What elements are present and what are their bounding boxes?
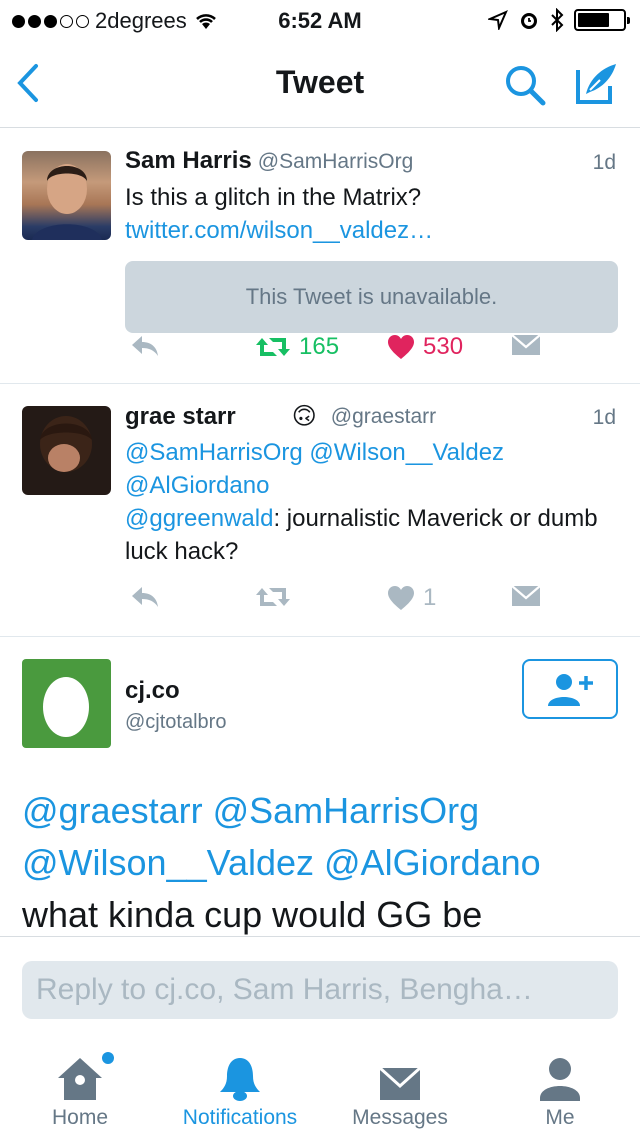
tab-label: Messages: [352, 1106, 448, 1129]
tweet-grae-starr[interactable]: grae starr 🙃 @graestarr 1d @SamHarrisOrg…: [0, 384, 640, 637]
retweet-icon: [256, 338, 290, 356]
author-handle[interactable]: @cjtotalbro: [125, 711, 226, 734]
tweet-actions: 1: [125, 584, 545, 618]
retweet-count: 165: [299, 333, 340, 360]
author-handle[interactable]: @graestarr: [331, 405, 436, 429]
tweet-text: Is this a glitch in the Matrix? twitter.…: [125, 181, 615, 247]
author-name[interactable]: Sam Harris: [125, 147, 252, 174]
like-button[interactable]: 1: [387, 584, 436, 612]
retweet-icon: [256, 588, 290, 606]
heart-icon: [388, 586, 414, 610]
mention-ggreenwald[interactable]: @ggreenwald: [125, 505, 273, 532]
tweet-text-line: Is this a glitch in the Matrix?: [125, 184, 422, 211]
tab-notifications[interactable]: Notifications: [160, 1054, 320, 1130]
mention-line[interactable]: @graestarr @SamHarrisOrg: [22, 785, 622, 837]
reply-icon: [132, 587, 158, 607]
battery-icon: [574, 9, 630, 31]
reply-button[interactable]: [129, 584, 161, 610]
new-content-dot: [102, 1052, 114, 1064]
tweet-actions: 165 530: [125, 333, 545, 367]
tab-label: Home: [51, 1106, 109, 1129]
focused-tweet: cj.co @cjtotalbro @graestarr @SamHarrisO…: [0, 637, 640, 936]
tweet-link[interactable]: twitter.com/wilson__valdez…: [125, 214, 615, 247]
location-icon: [488, 10, 508, 30]
like-button[interactable]: 530: [387, 333, 463, 361]
add-user-icon: [548, 674, 593, 706]
tweet-text-body: what kinda cup would GG be: [22, 894, 483, 935]
envelope-icon: [511, 585, 541, 606]
retweet-button[interactable]: [255, 584, 291, 610]
tweet-text: @SamHarrisOrg @Wilson__Valdez @AlGiordan…: [125, 436, 615, 568]
reply-input[interactable]: Reply to cj.co, Sam Harris, Bengha…: [22, 961, 618, 1019]
tab-me[interactable]: Me: [480, 1054, 640, 1130]
reply-button[interactable]: [129, 333, 161, 359]
tweet-time: 1d: [592, 151, 616, 174]
direct-message-button[interactable]: [511, 333, 541, 357]
search-icon[interactable]: [502, 62, 548, 108]
upside-down-face-icon: 🙃: [291, 403, 317, 430]
mention-line[interactable]: @Wilson__Valdez @AlGiordano: [22, 837, 622, 889]
tab-messages[interactable]: Messages: [320, 1054, 480, 1130]
like-count: 530: [423, 333, 464, 360]
like-count: 1: [423, 584, 437, 611]
home-icon: [58, 1058, 102, 1100]
alarm-icon: [521, 13, 537, 29]
default-egg-avatar[interactable]: [22, 659, 111, 748]
unavailable-quote-card: This Tweet is unavailable.: [125, 261, 618, 333]
compose-tweet-icon[interactable]: [574, 60, 620, 106]
tab-label: Me: [545, 1106, 575, 1129]
mention-line[interactable]: @AlGiordano: [125, 469, 615, 502]
author-name[interactable]: grae starr: [125, 403, 236, 431]
reply-icon: [132, 336, 158, 356]
reply-bar: Reply to cj.co, Sam Harris, Bengha…: [0, 936, 640, 1044]
status-bar: 2degrees 6:52 AM: [0, 0, 640, 40]
envelope-icon: [511, 334, 541, 355]
tab-label: Notifications: [182, 1106, 298, 1129]
avatar[interactable]: [22, 151, 111, 240]
tab-bar: Home Notifications Messages Me: [0, 1044, 640, 1136]
bell-icon: [220, 1058, 260, 1101]
bluetooth-icon: [551, 8, 564, 32]
nav-bar: Tweet: [0, 40, 640, 128]
tab-home[interactable]: Home: [0, 1052, 160, 1130]
author-name[interactable]: cj.co: [125, 677, 226, 705]
tweet-sam-harris[interactable]: Sam Harris @SamHarrisOrg 1d Is this a gli…: [0, 129, 640, 384]
author-handle[interactable]: @SamHarrisOrg: [258, 150, 414, 173]
retweet-button[interactable]: 165: [255, 333, 339, 361]
profile-icon: [540, 1058, 580, 1101]
follow-button[interactable]: [522, 659, 618, 719]
avatar[interactable]: [22, 406, 111, 495]
messages-envelope-icon: [378, 1066, 422, 1100]
direct-message-button[interactable]: [511, 584, 541, 608]
mention-line[interactable]: @SamHarrisOrg @Wilson__Valdez: [125, 436, 615, 469]
heart-icon: [388, 335, 414, 359]
focused-tweet-text: @graestarr @SamHarrisOrg @Wilson__Valdez…: [22, 785, 622, 936]
tweet-time: 1d: [592, 406, 616, 429]
